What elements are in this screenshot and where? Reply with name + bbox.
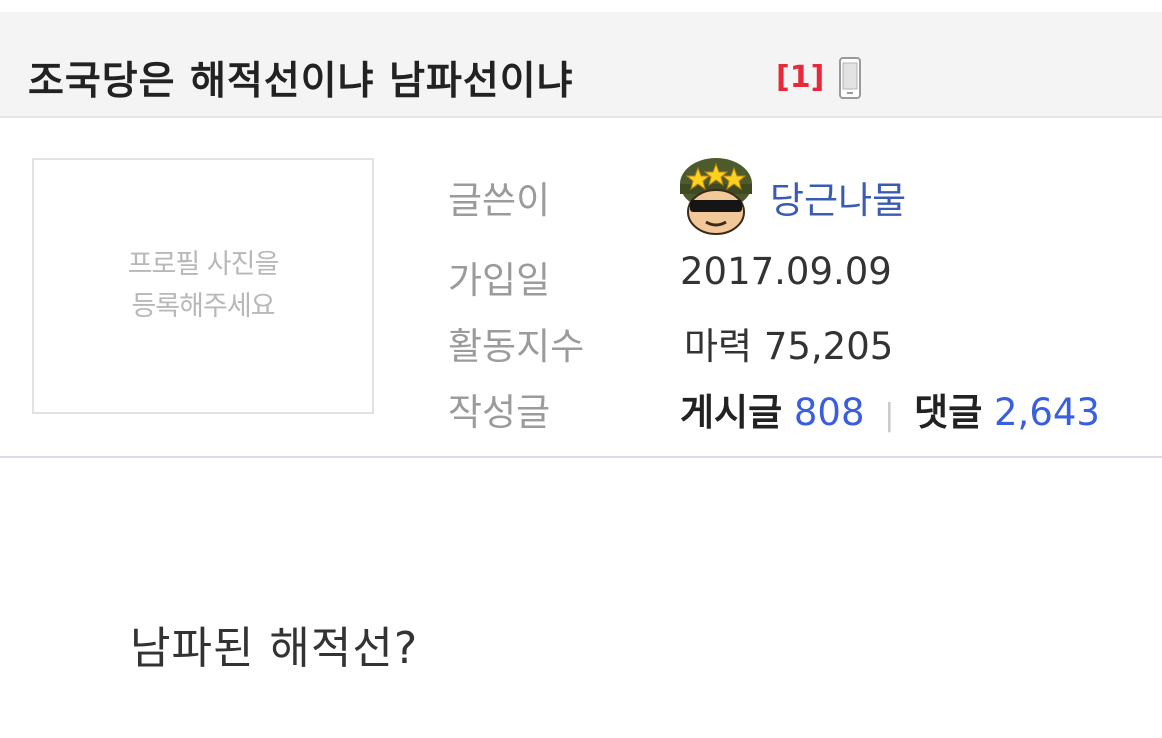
author-nickname[interactable]: 당근나물 [770, 170, 906, 224]
post-body: 남파된 해적선? [130, 623, 419, 674]
posts-label: 작성글 [448, 391, 551, 434]
stats-separator: | [884, 398, 895, 433]
post-title[interactable]: 조국당은 해적선이냐 남파선이냐 [28, 50, 573, 106]
activity-value: 마력 75,205 [684, 325, 894, 368]
profile-placeholder-line1: 프로필 사진을 [127, 249, 280, 280]
profile-photo-placeholder: 프로필 사진을 등록해주세요 [32, 158, 374, 414]
comments-prefix: 댓글 [914, 391, 983, 434]
profile-placeholder-text: 프로필 사진을 등록해주세요 [34, 244, 372, 328]
join-date-label: 가입일 [448, 259, 551, 302]
posts-count-link[interactable]: 808 [794, 391, 865, 434]
pixel-soldier-avatar-icon[interactable] [676, 154, 756, 238]
join-date-value: 2017.09.09 [680, 250, 892, 293]
writer-label: 글쓴이 [448, 179, 551, 222]
comments-count-link[interactable]: 2,643 [994, 391, 1100, 434]
post-title-bar: 조국당은 해적선이냐 남파선이냐 [1] [0, 12, 1162, 118]
posts-prefix: 게시글 [680, 391, 783, 434]
profile-placeholder-line2: 등록해주세요 [131, 291, 275, 322]
mobile-phone-icon [839, 57, 861, 99]
content-divider [0, 456, 1162, 458]
comment-count-badge[interactable]: [1] [776, 60, 824, 95]
post-stats: 게시글 808 | 댓글 2,643 [680, 382, 1100, 436]
activity-label: 활동지수 [448, 325, 585, 368]
